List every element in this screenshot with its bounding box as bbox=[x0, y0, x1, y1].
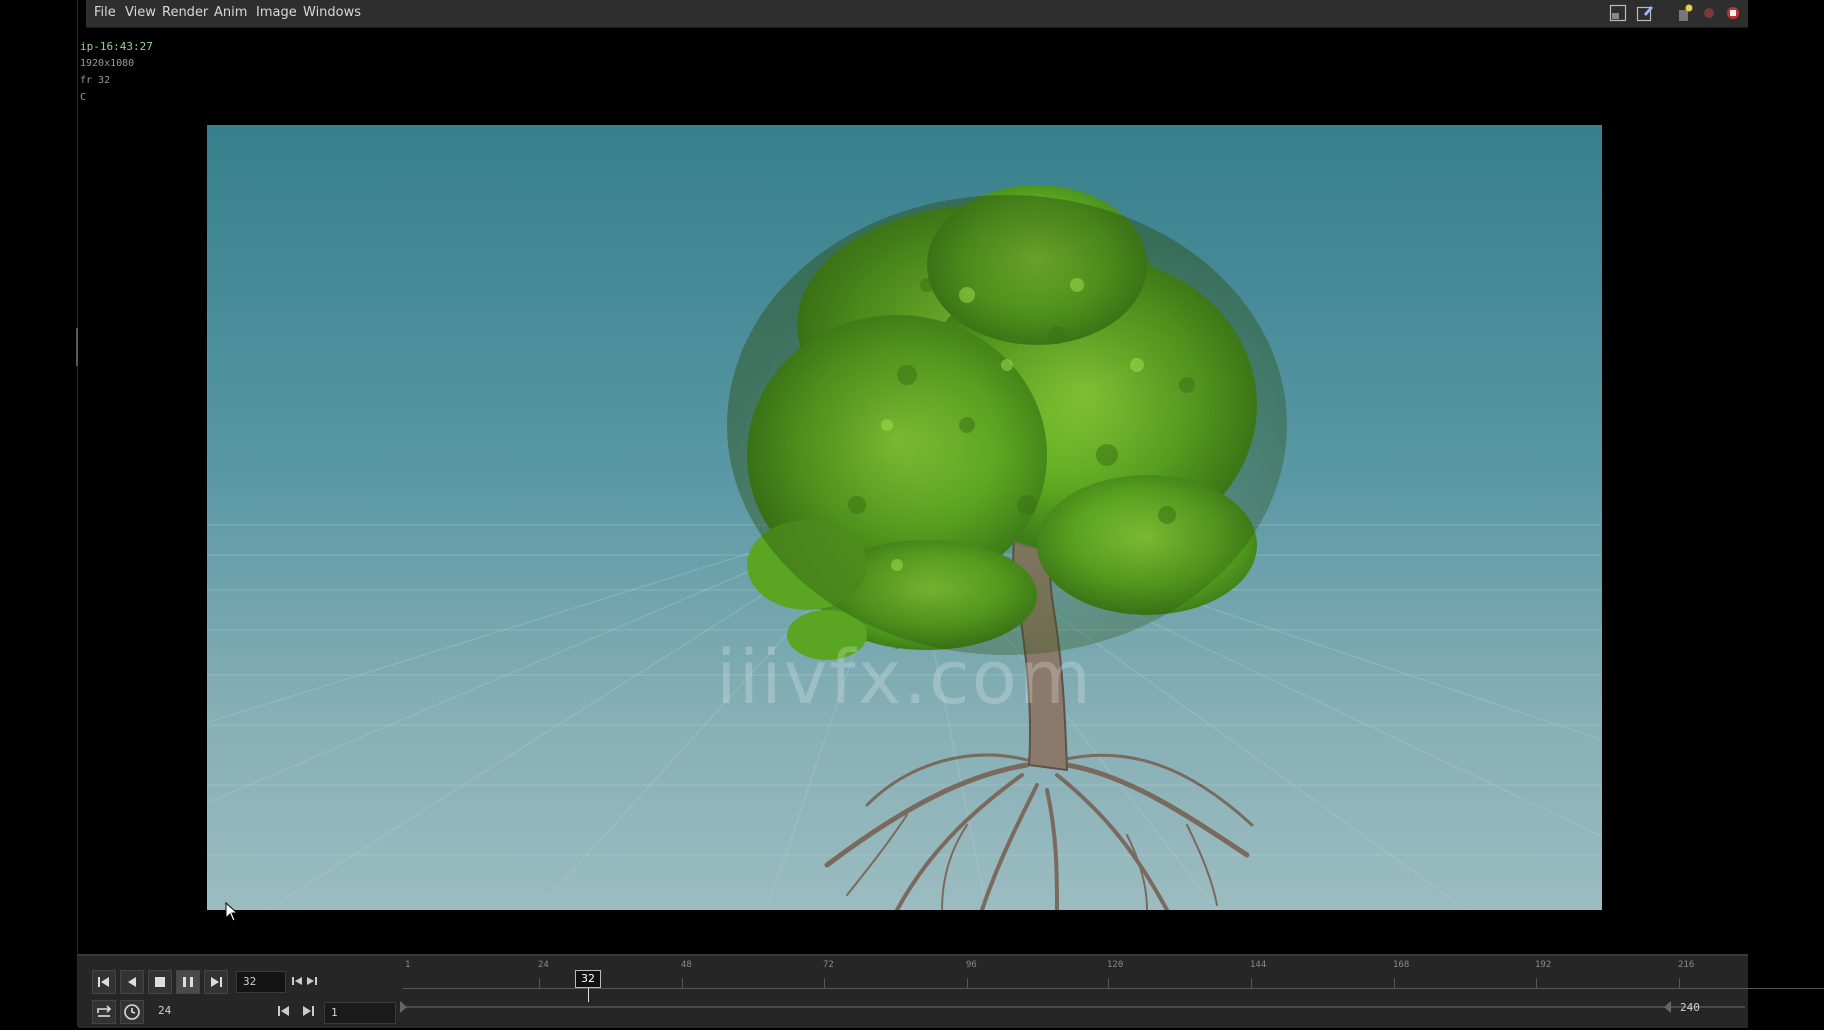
ruler-tick bbox=[1108, 978, 1109, 988]
ruler-tick bbox=[1251, 978, 1252, 988]
viewer-hud: ip-16:43:27 1920x1080 fr 32 C bbox=[80, 38, 153, 106]
play-reverse-icon bbox=[128, 977, 136, 987]
ruler-tick bbox=[967, 978, 968, 988]
menu-view[interactable]: View bbox=[125, 5, 156, 20]
ruler-tick bbox=[1536, 978, 1537, 988]
tree-foliage bbox=[727, 185, 1287, 660]
range-start-icon bbox=[278, 1006, 289, 1016]
range-end-button[interactable] bbox=[298, 1001, 318, 1021]
ruler-tick bbox=[1394, 978, 1395, 988]
ruler-label: 24 bbox=[538, 960, 549, 970]
ruler-label: 72 bbox=[823, 960, 834, 970]
menu-render[interactable]: Render bbox=[162, 5, 208, 20]
playhead[interactable] bbox=[588, 988, 589, 1002]
stop-button[interactable] bbox=[148, 970, 172, 994]
ruler-label: 96 bbox=[966, 960, 977, 970]
hud-time: ip-16:43:27 bbox=[80, 40, 153, 53]
edit-layout-icon[interactable] bbox=[1636, 4, 1654, 22]
record-icon[interactable] bbox=[1700, 4, 1718, 22]
hud-frame: fr 32 bbox=[80, 75, 111, 86]
fps-field[interactable]: 24 bbox=[152, 1001, 192, 1023]
step-forward-icon bbox=[307, 977, 317, 985]
ruler-tick bbox=[1679, 978, 1680, 988]
clock-icon bbox=[124, 1004, 140, 1020]
stop-icon bbox=[155, 977, 165, 987]
ruler-label: 120 bbox=[1107, 960, 1124, 970]
playbar: 32 24 1 1 24 48 72 96 120 144 168 192 21… bbox=[78, 954, 1824, 1028]
loop-icon bbox=[97, 1005, 112, 1017]
range-start-field[interactable]: 1 bbox=[324, 1002, 396, 1024]
close-icon[interactable] bbox=[1724, 4, 1742, 22]
range-end-field[interactable]: 240 bbox=[1680, 1001, 1700, 1014]
left-strip bbox=[0, 0, 78, 1026]
hud-resolution: 1920x1080 bbox=[80, 58, 135, 69]
range-start-handle-icon[interactable] bbox=[398, 1000, 408, 1014]
step-forward-button[interactable] bbox=[305, 971, 319, 993]
ruler-label: 144 bbox=[1250, 960, 1267, 970]
ruler-label: 216 bbox=[1678, 960, 1695, 970]
ruler-label: 48 bbox=[681, 960, 692, 970]
skip-start-icon bbox=[98, 977, 109, 987]
play-reverse-button[interactable] bbox=[120, 970, 144, 994]
ruler-tick bbox=[824, 978, 825, 988]
step-back-icon bbox=[292, 977, 302, 985]
range-slider-track[interactable] bbox=[403, 1006, 1745, 1008]
jump-end-button[interactable] bbox=[204, 970, 228, 994]
jump-start-button[interactable] bbox=[92, 970, 116, 994]
render-viewport[interactable]: iiivfx.com bbox=[207, 125, 1602, 910]
ruler-tick bbox=[539, 978, 540, 988]
current-frame-marker[interactable]: 32 bbox=[575, 970, 601, 988]
menu-image[interactable]: Image bbox=[256, 5, 297, 20]
skip-end-icon bbox=[211, 977, 222, 987]
pause-icon bbox=[183, 977, 193, 987]
mouse-cursor-icon bbox=[225, 902, 239, 922]
ruler-label: 1 bbox=[405, 960, 411, 970]
range-start-button[interactable] bbox=[274, 1001, 294, 1021]
scene-image bbox=[207, 185, 1602, 910]
ruler-label: 192 bbox=[1535, 960, 1552, 970]
lightbulb-icon[interactable] bbox=[1676, 4, 1694, 22]
step-back-button[interactable] bbox=[290, 971, 304, 993]
ruler-label: 168 bbox=[1393, 960, 1410, 970]
range-end-handle-icon[interactable] bbox=[1663, 1000, 1673, 1014]
menu-anim[interactable]: Anim bbox=[214, 5, 247, 20]
left-divider-handle[interactable] bbox=[76, 328, 78, 366]
loop-mode-button[interactable] bbox=[92, 1000, 116, 1024]
ruler-baseline bbox=[403, 988, 1824, 989]
pause-button[interactable] bbox=[176, 970, 200, 994]
timeline-ruler[interactable]: 1 24 48 72 96 120 144 168 192 216 32 bbox=[403, 960, 1824, 1002]
tree-roots bbox=[824, 753, 1254, 910]
menu-bar: File View Render Anim Image Windows bbox=[86, 0, 1748, 28]
ruler-tick bbox=[682, 978, 683, 988]
menu-file[interactable]: File bbox=[94, 5, 116, 20]
realtime-toggle-button[interactable] bbox=[120, 1000, 144, 1024]
hud-channel: C bbox=[80, 92, 87, 103]
range-end-icon bbox=[303, 1006, 314, 1016]
menu-windows[interactable]: Windows bbox=[303, 5, 361, 20]
layout-icon[interactable] bbox=[1609, 4, 1627, 22]
current-frame-field[interactable]: 32 bbox=[236, 971, 286, 993]
